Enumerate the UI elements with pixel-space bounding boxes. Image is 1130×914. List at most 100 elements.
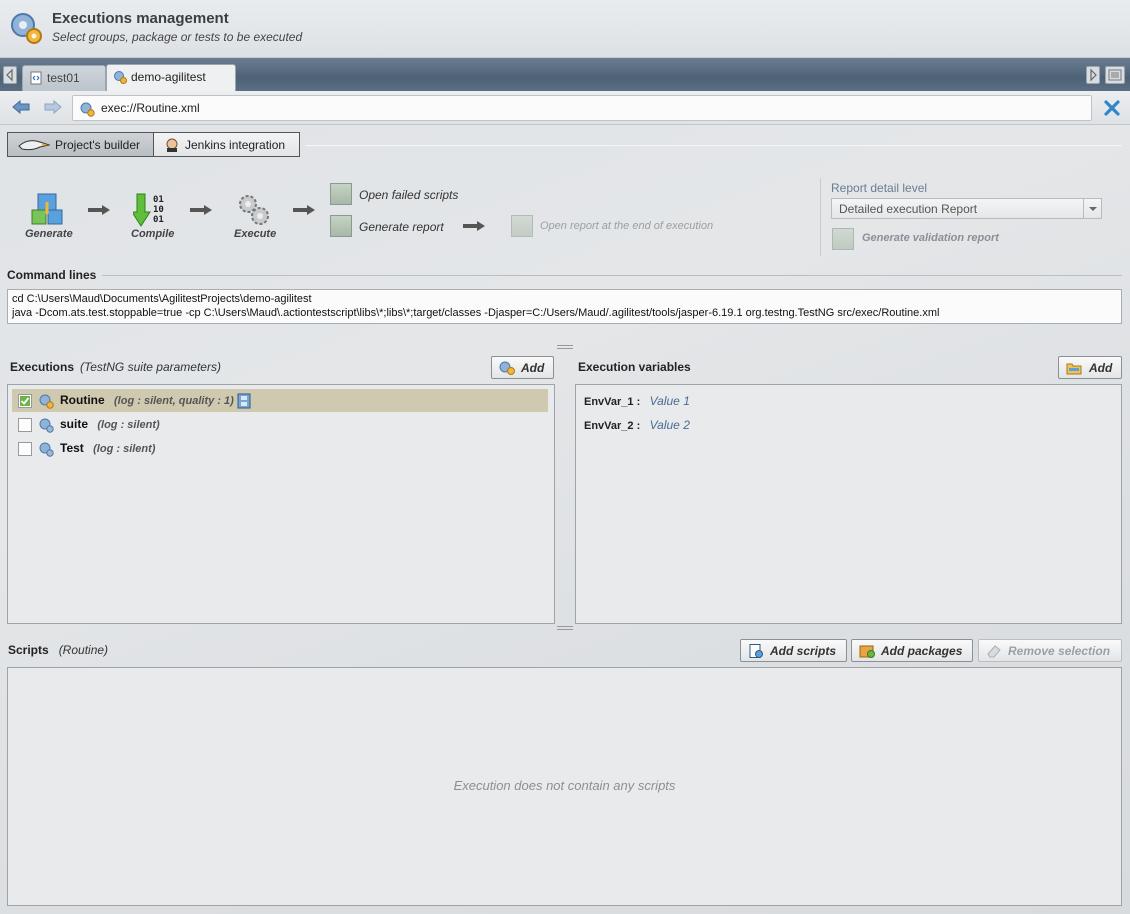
tab-scroll-right-icon[interactable]: [1086, 66, 1100, 84]
eraser-icon: [987, 645, 1001, 658]
executions-title-text: Executions: [10, 360, 75, 374]
command-lines-title: Command lines: [7, 268, 97, 282]
tab-demo-agilitest[interactable]: demo-agilitest: [106, 64, 236, 91]
compile-label: Compile: [131, 228, 175, 240]
variable-row[interactable]: EnvVar_2 : Value 2: [584, 418, 690, 432]
execution-meta: (log : silent, quality : 1): [114, 395, 234, 407]
execution-meta: (log : silent): [93, 443, 156, 455]
tab-scroll-left-icon[interactable]: [3, 66, 17, 84]
film-icon: [237, 393, 251, 409]
execution-name-text: Test: [60, 441, 84, 455]
execution-name: suite (log : silent): [60, 417, 160, 431]
back-arrow-icon[interactable]: [12, 100, 30, 114]
execution-meta: (log : silent): [97, 419, 160, 431]
execution-checkbox[interactable]: [18, 394, 32, 408]
execution-row-test[interactable]: Test (log : silent): [12, 437, 548, 460]
svg-text:01: 01: [153, 195, 164, 205]
forward-arrow-icon[interactable]: [44, 100, 62, 114]
gears-icon: [39, 394, 54, 409]
executions-list: Routine (log : silent, quality : 1) suit…: [7, 384, 555, 624]
jenkins-icon: [166, 138, 178, 152]
command-line-2: java -Dcom.ats.test.stoppable=true -cp C…: [12, 307, 940, 319]
generate-validation-report-label: Generate validation report: [862, 232, 999, 244]
open-failed-scripts-label: Open failed scripts: [359, 188, 459, 202]
address-value: exec://Routine.xml: [101, 101, 200, 115]
gears-icon: [114, 71, 127, 84]
divider: [102, 275, 1122, 276]
open-report-checkbox[interactable]: [511, 215, 533, 237]
page-subtitle: Select groups, package or tests to be ex…: [52, 30, 303, 44]
add-package-icon: [859, 645, 875, 658]
execution-checkbox[interactable]: [18, 442, 32, 456]
compile-icon[interactable]: 01 10 01: [133, 192, 169, 228]
variable-name: EnvVar_2 :: [584, 420, 641, 432]
execution-name: Test (log : silent): [60, 441, 155, 455]
executions-title: Executions (TestNG suite parameters): [10, 360, 221, 374]
command-line-1: cd C:\Users\Maud\Documents\AgilitestProj…: [12, 293, 312, 305]
gears-icon: [11, 13, 42, 44]
variable-name: EnvVar_1 :: [584, 396, 641, 408]
eagle-icon: [18, 140, 50, 151]
divider: [306, 145, 1122, 146]
address-field[interactable]: exec://Routine.xml: [72, 95, 1092, 121]
execute-label: Execute: [234, 228, 277, 240]
script-file-icon: [30, 71, 42, 85]
generate-icon[interactable]: [30, 192, 66, 228]
editor-tab-strip: test01 demo-agilitest: [0, 58, 1130, 91]
gears-icon: [80, 102, 95, 117]
add-packages-label: Add packages: [881, 644, 963, 658]
gears-add-icon: [499, 361, 515, 375]
execution-name-text: suite: [60, 417, 89, 431]
remove-selection-button[interactable]: Remove selection: [978, 639, 1122, 662]
chevron-down-icon[interactable]: [1083, 199, 1101, 218]
report-detail-level-value: Detailed execution Report: [839, 202, 978, 216]
jenkins-integration-tab[interactable]: Jenkins integration: [153, 132, 300, 157]
execution-row-routine[interactable]: Routine (log : silent, quality : 1): [12, 389, 548, 412]
add-variable-label: Add: [1089, 361, 1113, 375]
add-scripts-button[interactable]: Add scripts: [740, 639, 847, 662]
generate-report-checkbox[interactable]: [330, 215, 352, 237]
tab-list-icon[interactable]: [1105, 66, 1125, 84]
svg-text:10: 10: [153, 205, 164, 215]
execution-variables-title: Execution variables: [578, 360, 691, 374]
scripts-title-text: Scripts: [8, 643, 49, 657]
execute-gears-icon[interactable]: [236, 192, 272, 228]
remove-selection-label: Remove selection: [1008, 644, 1111, 658]
add-variable-button[interactable]: Add: [1058, 356, 1122, 379]
generate-validation-report-checkbox[interactable]: [832, 228, 854, 250]
splitter-handle[interactable]: [557, 345, 573, 349]
execution-row-suite[interactable]: suite (log : silent): [12, 413, 548, 436]
splitter-handle[interactable]: [557, 626, 573, 630]
add-packages-button[interactable]: Add packages: [851, 639, 973, 662]
add-execution-button[interactable]: Add: [491, 356, 554, 379]
gears-icon: [39, 442, 54, 457]
projects-builder-tab[interactable]: Project's builder: [7, 132, 154, 157]
execution-checkbox[interactable]: [18, 418, 32, 432]
projects-builder-label: Project's builder: [55, 138, 140, 152]
close-icon[interactable]: [1103, 99, 1121, 117]
generate-report-label: Generate report: [359, 220, 444, 234]
arrow-right-icon: [293, 205, 315, 215]
executions-subtitle: (TestNG suite parameters): [80, 360, 221, 374]
execution-variables-list: EnvVar_1 : Value 1 EnvVar_2 : Value 2: [575, 384, 1122, 624]
report-detail-level-select[interactable]: Detailed execution Report: [831, 198, 1102, 219]
scripts-list: Execution does not contain any scripts: [7, 667, 1122, 906]
execution-name: Routine (log : silent, quality : 1): [60, 393, 234, 407]
tab-test01[interactable]: test01: [22, 65, 106, 91]
address-bar: exec://Routine.xml: [0, 91, 1130, 125]
tab-label: test01: [47, 71, 80, 85]
tab-label: demo-agilitest: [131, 70, 206, 84]
command-lines-box[interactable]: cd C:\Users\Maud\Documents\AgilitestProj…: [7, 289, 1122, 324]
empty-scripts-message: Execution does not contain any scripts: [453, 778, 676, 793]
vertical-divider: [820, 178, 821, 256]
arrow-right-icon: [88, 205, 110, 215]
variable-value: Value 1: [649, 394, 690, 408]
scripts-title: Scripts (Routine): [8, 643, 108, 657]
open-failed-scripts-checkbox[interactable]: [330, 183, 352, 205]
arrow-right-icon: [190, 205, 212, 215]
variable-value: Value 2: [649, 418, 690, 432]
add-script-icon: [749, 644, 763, 658]
variable-row[interactable]: EnvVar_1 : Value 1: [584, 394, 690, 408]
generate-label: Generate: [25, 228, 73, 240]
add-scripts-label: Add scripts: [770, 644, 837, 658]
